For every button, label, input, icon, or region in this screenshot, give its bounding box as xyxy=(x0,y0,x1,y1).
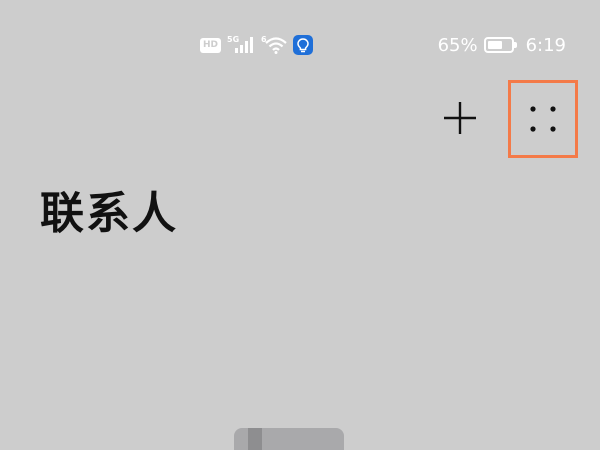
more-options-button[interactable] xyxy=(508,80,578,158)
battery-icon xyxy=(483,37,517,53)
contacts-screen: HD 5G 6 65% 6:19 联系人 xyxy=(0,0,600,450)
plus-icon xyxy=(444,102,476,134)
wifi-icon: 6 xyxy=(261,35,287,55)
battery-percent: 65% xyxy=(437,34,478,56)
status-bar-right: 65% 6:19 xyxy=(438,33,566,57)
hd-badge: HD xyxy=(200,37,222,53)
battery-level-fill xyxy=(487,41,502,49)
empty-state-illustration xyxy=(234,428,344,450)
clock: 6:19 xyxy=(525,34,566,56)
illustration-band xyxy=(248,428,262,450)
status-bar-indicators: HD 5G 6 xyxy=(200,33,314,57)
four-dots-icon xyxy=(530,106,556,132)
lightbulb-app-icon xyxy=(293,35,314,55)
page-title: 联系人 xyxy=(40,188,178,239)
cellular-signal-icon: 5G xyxy=(227,35,255,55)
add-contact-button[interactable] xyxy=(440,98,480,138)
